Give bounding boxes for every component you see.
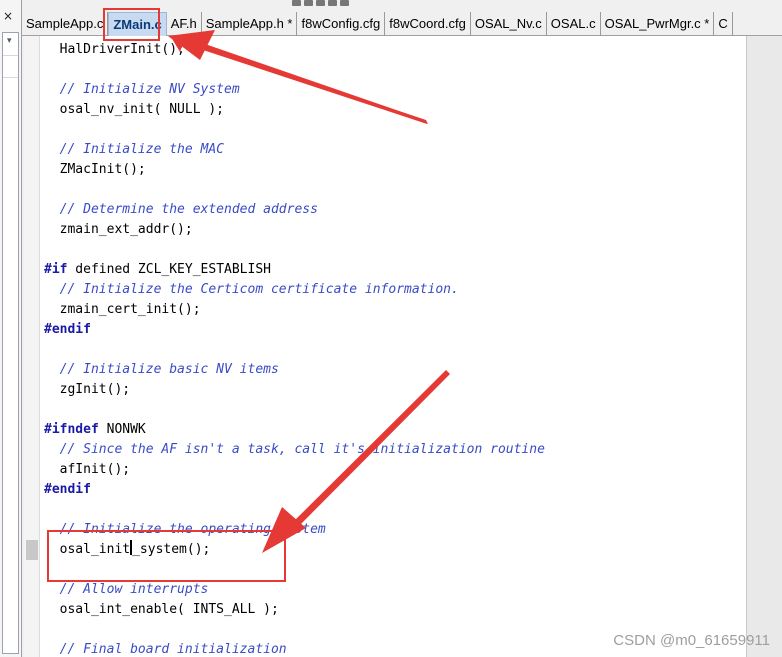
vertical-scrollbar[interactable]	[746, 36, 782, 657]
toolbar-strip	[292, 0, 632, 6]
code-line[interactable]: afInit();	[44, 460, 545, 480]
code-line[interactable]	[44, 240, 545, 260]
toolbar-button[interactable]	[340, 0, 349, 6]
code-comment-line[interactable]: // Determine the extended address	[44, 200, 545, 220]
code-comment-line[interactable]: // Final board initialization	[44, 640, 545, 657]
code-comment-line[interactable]: // Initialize NV System	[44, 80, 545, 100]
code-line[interactable]	[44, 180, 545, 200]
code-comment-line[interactable]: // Initialize the MAC	[44, 140, 545, 160]
close-panel-icon[interactable]: ×	[3, 10, 13, 22]
preprocessor-line[interactable]: #endif	[44, 320, 545, 340]
preprocessor-keyword: #endif	[44, 482, 91, 497]
code-line[interactable]	[44, 620, 545, 640]
toolbar-button[interactable]	[304, 0, 313, 6]
code-line[interactable]: ZMacInit();	[44, 160, 545, 180]
tab-f8wconfig-cfg[interactable]: f8wConfig.cfg	[297, 12, 386, 36]
workspace-tree[interactable]: ▾	[2, 32, 19, 654]
code-comment-line[interactable]: // Allow interrupts	[44, 580, 545, 600]
preprocessor-line[interactable]: #ifndef NONWK	[44, 420, 545, 440]
tab-f8wcoord-cfg[interactable]: f8wCoord.cfg	[385, 12, 471, 36]
code-comment-line[interactable]: // Initialize the Certicom certificate i…	[44, 280, 545, 300]
tree-divider	[3, 55, 18, 56]
tab-sampleapp-h[interactable]: SampleApp.h *	[202, 12, 298, 36]
tab-highlight-box	[103, 8, 160, 41]
current-line-marker	[26, 540, 38, 560]
chevron-down-icon[interactable]: ▾	[7, 36, 12, 46]
watermark: CSDN @m0_61659911	[613, 632, 770, 649]
tree-divider	[3, 77, 18, 78]
code-comment-line[interactable]: // Initialize basic NV items	[44, 360, 545, 380]
code-line[interactable]: zgInit();	[44, 380, 545, 400]
code-line[interactable]: osal_nv_init( NULL );	[44, 100, 545, 120]
code-line[interactable]: zmain_ext_addr();	[44, 220, 545, 240]
toolbar-button[interactable]	[292, 0, 301, 6]
preprocessor-args: defined ZCL_KEY_ESTABLISH	[67, 262, 271, 277]
toolbar-button[interactable]	[328, 0, 337, 6]
tab-c[interactable]: C	[714, 12, 733, 36]
tab-sampleapp-c[interactable]: SampleApp.c	[22, 12, 109, 36]
preprocessor-keyword: #endif	[44, 322, 91, 337]
code-comment-line[interactable]: // Since the AF isn't a task, call it's …	[44, 440, 545, 460]
code-line[interactable]: osal_int_enable( INTS_ALL );	[44, 600, 545, 620]
code-line[interactable]: zmain_cert_init();	[44, 300, 545, 320]
tab-osal-pwrmgr-c[interactable]: OSAL_PwrMgr.c *	[601, 12, 715, 36]
editor-gutter	[24, 36, 40, 657]
code-line[interactable]: HalDriverInit();	[44, 40, 545, 60]
code-line[interactable]	[44, 500, 545, 520]
preprocessor-line[interactable]: #endif	[44, 480, 545, 500]
tab-af-h[interactable]: AF.h	[167, 12, 202, 36]
preprocessor-keyword: #if	[44, 262, 68, 277]
code-highlight-box	[47, 530, 286, 582]
tab-osal-c[interactable]: OSAL.c	[547, 12, 601, 36]
workspace-panel: × ▾	[0, 0, 22, 657]
preprocessor-args: NONWK	[98, 422, 146, 437]
toolbar-button[interactable]	[316, 0, 325, 6]
code-line[interactable]	[44, 60, 545, 80]
code-line[interactable]	[44, 340, 545, 360]
code-line[interactable]	[44, 400, 545, 420]
preprocessor-line[interactable]: #if defined ZCL_KEY_ESTABLISH	[44, 260, 545, 280]
preprocessor-keyword: #ifndef	[44, 422, 99, 437]
tab-osal-nv-c[interactable]: OSAL_Nv.c	[471, 12, 547, 36]
code-line[interactable]	[44, 120, 545, 140]
